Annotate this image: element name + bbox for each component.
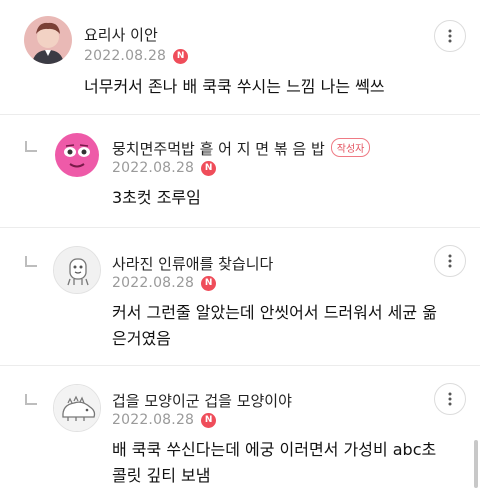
new-badge: N xyxy=(201,275,217,291)
more-options-button[interactable] xyxy=(434,245,466,277)
comment-item: 요리사 이안 2022.08.28 N 너무커서 존나 배 쿡쿡 쑤시는 느낌 … xyxy=(0,0,480,115)
comment-nickname[interactable]: 겁을 모양이군 겁을 모양이야 xyxy=(112,390,292,411)
more-options-button[interactable] xyxy=(434,20,466,52)
comment-text: 커서 그런줄 알았는데 안씻어서 드러워서 세균 옮 은거였음 xyxy=(112,300,462,352)
comment-reply-item: 뭉치면주먹밥 흩 어 지 면 볶 음 밥 작성자 2022.08.28 N 3초컷… xyxy=(0,115,480,228)
comment-nickname[interactable]: 요리사 이안 xyxy=(84,24,158,45)
comment-nickname[interactable]: 뭉치면주먹밥 흩 어 지 면 볶 음 밥 작성자 xyxy=(112,138,371,159)
comment-meta: 2022.08.28 N xyxy=(84,48,189,64)
comment-text-line: 은거였음 xyxy=(112,329,171,348)
comment-date: 2022.08.28 xyxy=(112,160,195,176)
comment-text-line: 콜릿 깊티 보냄 xyxy=(112,466,211,485)
reply-arrow-icon xyxy=(25,141,37,152)
comment-date: 2022.08.28 xyxy=(112,412,195,428)
comment-text: 너무커서 존나 배 쿡쿡 쑤시는 느낌 나는 쎅쓰 xyxy=(84,77,385,96)
user-avatar[interactable] xyxy=(53,131,101,179)
more-vertical-icon xyxy=(448,392,452,406)
author-badge: 작성자 xyxy=(330,138,371,157)
new-badge: N xyxy=(201,160,217,176)
user-avatar[interactable] xyxy=(24,16,72,64)
comment-meta: 2022.08.28 N xyxy=(112,275,217,291)
more-vertical-icon xyxy=(448,29,452,43)
comment-reply-item: 사라진 인류애를 찾습니다 2022.08.28 N 커서 그런줄 알았는데 안… xyxy=(0,228,480,366)
nickname-text: 뭉치면주먹밥 흩 어 지 면 볶 음 밥 xyxy=(112,140,325,158)
user-avatar[interactable] xyxy=(53,384,101,432)
comment-text: 배 쿡쿡 쑤신다는데 에궁 이러면서 가성비 abc초 콜릿 깊티 보냄 xyxy=(112,437,462,489)
comment-reply-item: 겁을 모양이군 겁을 모양이야 2022.08.28 N 배 쿡쿡 쑤신다는데 … xyxy=(0,366,480,498)
scrollbar-thumb[interactable] xyxy=(474,440,478,488)
more-vertical-icon xyxy=(448,254,452,268)
reply-arrow-icon xyxy=(25,394,37,405)
user-avatar[interactable] xyxy=(53,246,101,294)
comment-meta: 2022.08.28 N xyxy=(112,160,217,176)
comment-meta: 2022.08.28 N xyxy=(112,412,217,428)
new-badge: N xyxy=(201,412,217,428)
comment-nickname[interactable]: 사라진 인류애를 찾습니다 xyxy=(112,253,273,274)
comment-text-line: 커서 그런줄 알았는데 안씻어서 드러워서 세균 옮 xyxy=(112,303,437,322)
comment-date: 2022.08.28 xyxy=(84,48,167,64)
comment-text-line: 배 쿡쿡 쑤신다는데 에궁 이러면서 가성비 abc초 xyxy=(112,440,437,459)
comment-text: 3초컷 조루임 xyxy=(112,188,201,207)
new-badge: N xyxy=(173,48,189,64)
more-options-button[interactable] xyxy=(434,383,466,415)
comment-date: 2022.08.28 xyxy=(112,275,195,291)
reply-arrow-icon xyxy=(25,256,37,267)
